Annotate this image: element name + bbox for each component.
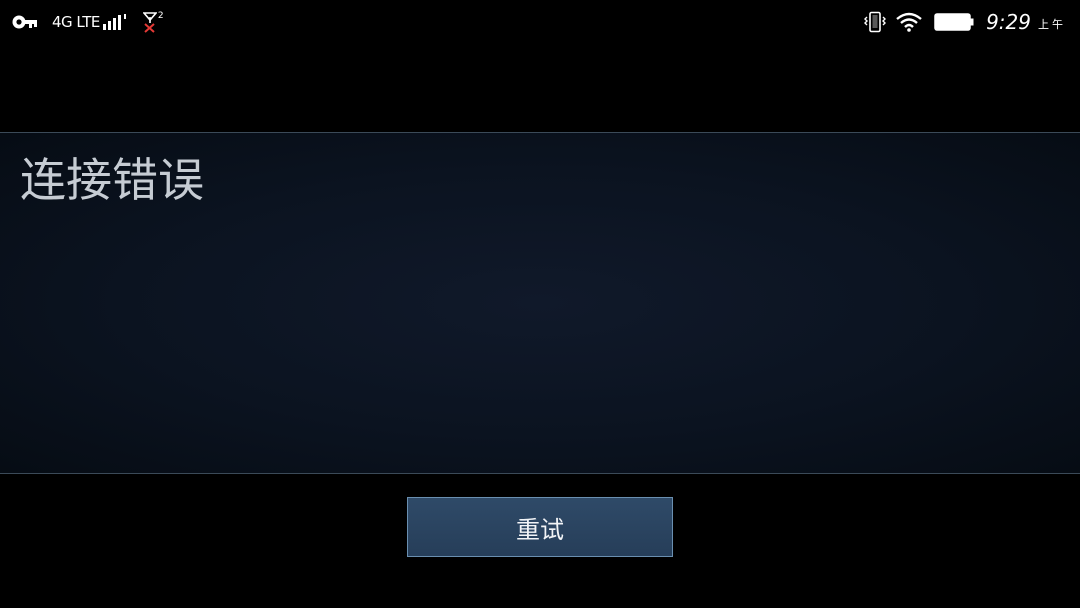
status-bar-left: 4G LTE 2 (12, 8, 164, 36)
vpn-key-icon (12, 14, 38, 30)
dialog-title: 连接错误 (20, 153, 204, 207)
retry-button[interactable]: 重试 (407, 497, 673, 557)
sim-slot-badge: 2 (157, 11, 164, 21)
network-type-label: 4G LTE (52, 13, 100, 31)
error-dialog: 连接错误 (0, 132, 1080, 474)
battery-icon (934, 13, 974, 31)
am-pm-label: 上午 (1038, 18, 1066, 31)
wifi-icon (896, 12, 922, 32)
status-bar: 4G LTE 2 9:29 上午 (0, 0, 1080, 44)
status-bar-right: 9:29 上午 (864, 8, 1066, 36)
clock: 9:29 (986, 10, 1031, 34)
vibrate-icon (864, 11, 887, 33)
no-sim-icon: 2 (142, 11, 164, 33)
signal-strength-icon (102, 13, 129, 31)
